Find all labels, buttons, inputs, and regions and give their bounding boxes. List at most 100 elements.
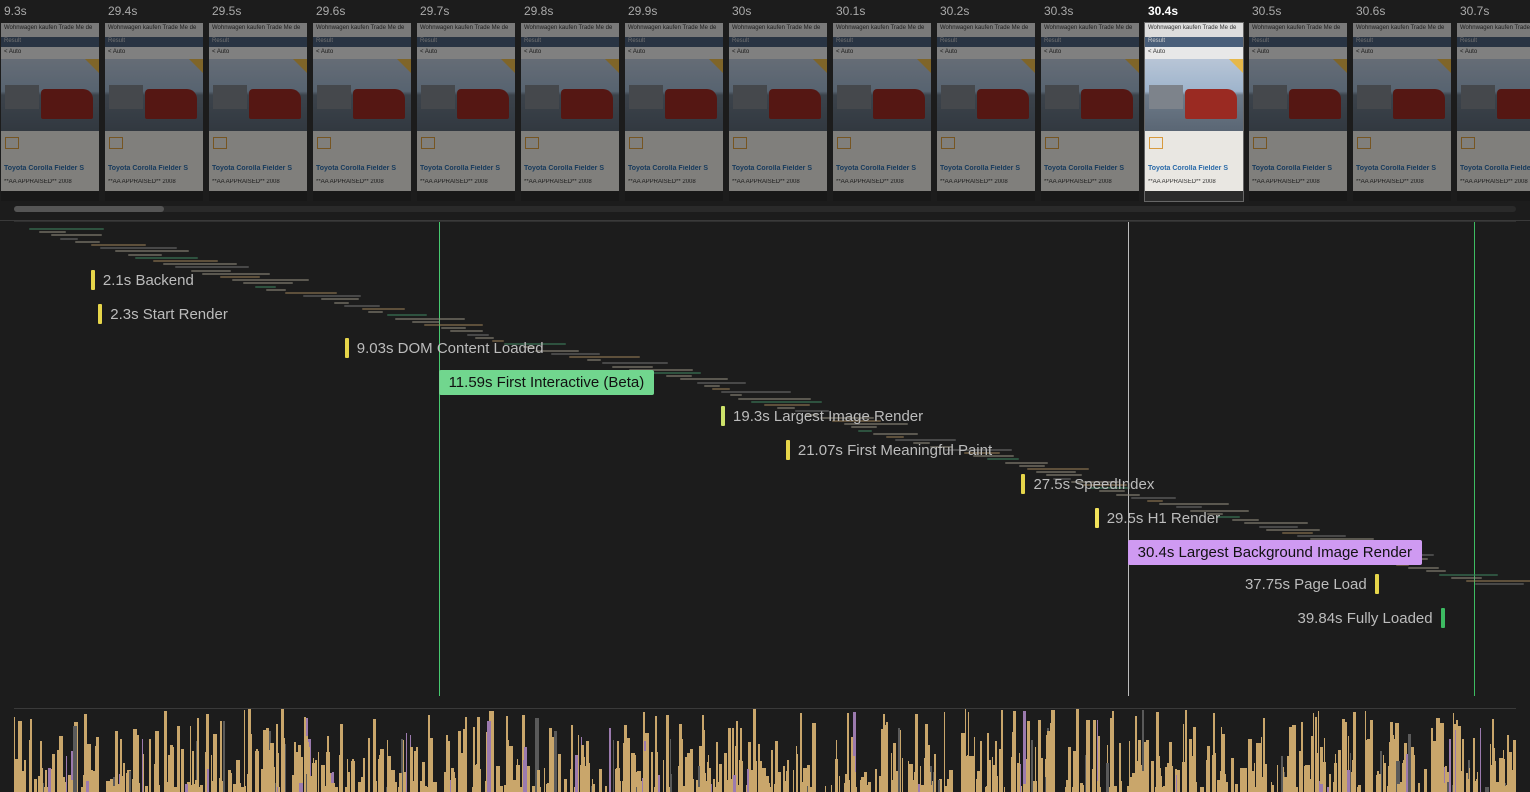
frame-hero-image — [1457, 59, 1530, 131]
timeline-canvas[interactable]: 2.1s Backend2.3s Start Render9.03s DOM C… — [14, 221, 1516, 696]
filmstrip-frame[interactable]: Wohnwagen kaufen Trade Me deResult< Auto… — [520, 22, 620, 202]
waterfall-request-bar[interactable] — [1266, 529, 1320, 531]
waterfall-request-bar[interactable] — [1259, 526, 1298, 528]
filmstrip-frame[interactable]: Wohnwagen kaufen Trade Me deResult< Auto… — [1456, 22, 1530, 202]
waterfall-request-bar[interactable] — [266, 289, 286, 291]
filmstrip-frame[interactable]: Wohnwagen kaufen Trade Me deResult< Auto… — [728, 22, 828, 202]
flame-bar — [345, 787, 348, 792]
flame-bar — [920, 766, 921, 792]
waterfall-request-bar[interactable] — [602, 362, 668, 364]
flame-bar — [515, 780, 516, 792]
waterfall-request-bar[interactable] — [647, 372, 702, 374]
waterfall-request-bar[interactable] — [1475, 583, 1524, 585]
waterfall-panel[interactable]: 2.1s Backend2.3s Start Render9.03s DOM C… — [0, 220, 1530, 696]
waterfall-request-bar[interactable] — [412, 321, 440, 323]
waterfall-request-bar[interactable] — [450, 330, 483, 332]
filmstrip-frame[interactable]: Wohnwagen kaufen Trade Me deResult< Auto… — [1040, 22, 1140, 202]
waterfall-request-bar[interactable] — [100, 247, 177, 249]
frame-browser-chrome: Wohnwagen kaufen Trade Me de — [625, 23, 723, 37]
waterfall-request-bar[interactable] — [1244, 522, 1308, 524]
filmstrip-frame[interactable]: Wohnwagen kaufen Trade Me deResult< Auto… — [104, 22, 204, 202]
waterfall-request-bar[interactable] — [321, 298, 359, 300]
waterfall-request-bar[interactable] — [29, 228, 105, 230]
waterfall-request-bar[interactable] — [1282, 532, 1312, 534]
waterfall-request-bar[interactable] — [395, 318, 465, 320]
flame-bar — [1418, 783, 1419, 792]
waterfall-request-bar[interactable] — [873, 433, 918, 435]
waterfall-request-bar[interactable] — [243, 282, 293, 284]
filmstrip-frame[interactable]: Wohnwagen kaufen Trade Me deResult< Auto… — [208, 22, 308, 202]
waterfall-request-bar[interactable] — [303, 295, 361, 297]
waterfall-request-bar[interactable] — [60, 238, 78, 240]
filmstrip-frame[interactable]: Wohnwagen kaufen Trade Me deResult< Auto… — [1144, 22, 1244, 202]
waterfall-request-bar[interactable] — [1297, 535, 1347, 537]
waterfall-request-bar[interactable] — [153, 260, 219, 262]
filmstrip-frame[interactable]: Wohnwagen kaufen Trade Me deResult< Auto… — [1352, 22, 1452, 202]
waterfall-request-bar[interactable] — [51, 234, 102, 236]
waterfall-request-bar[interactable] — [232, 279, 308, 281]
metric-h1-render: 29.5s H1 Render — [1095, 506, 1220, 530]
filmstrip-frame[interactable]: Wohnwagen kaufen Trade Me deResult< Auto… — [832, 22, 932, 202]
waterfall-request-bar[interactable] — [587, 359, 601, 361]
filmstrip[interactable]: Wohnwagen kaufen Trade Me deResult< Auto… — [0, 22, 1530, 202]
waterfall-request-bar[interactable] — [697, 382, 746, 384]
ruler-tick: 29.5s — [208, 0, 312, 22]
waterfall-request-bar[interactable] — [1131, 497, 1176, 499]
waterfall-request-bar[interactable] — [163, 263, 237, 265]
filmstrip-frame[interactable]: Wohnwagen kaufen Trade Me deResult< Auto… — [1248, 22, 1348, 202]
waterfall-request-bar[interactable] — [1005, 462, 1047, 464]
waterfall-request-bar[interactable] — [441, 327, 467, 329]
filmstrip-frame[interactable]: Wohnwagen kaufen Trade Me deResult< Auto… — [624, 22, 724, 202]
waterfall-request-bar[interactable] — [1408, 567, 1439, 569]
waterfall-request-bar[interactable] — [1027, 468, 1090, 470]
filmstrip-frame[interactable]: Wohnwagen kaufen Trade Me deResult< Auto… — [936, 22, 1036, 202]
waterfall-request-bar[interactable] — [704, 385, 719, 387]
waterfall-request-bar[interactable] — [285, 292, 337, 294]
waterfall-request-bar[interactable] — [1019, 465, 1046, 467]
flame-bar — [236, 760, 239, 792]
waterfall-request-bar[interactable] — [551, 353, 600, 355]
waterfall-request-bar[interactable] — [115, 250, 189, 252]
waterfall-request-bar[interactable] — [721, 391, 792, 393]
waterfall-request-bar[interactable] — [1451, 577, 1482, 579]
waterfall-request-bar[interactable] — [75, 241, 100, 243]
waterfall-request-bar[interactable] — [424, 324, 483, 326]
waterfall-request-bar[interactable] — [712, 388, 730, 390]
waterfall-request-bar[interactable] — [1147, 500, 1163, 502]
filmstrip-frame[interactable]: Wohnwagen kaufen Trade Me deResult< Auto… — [0, 22, 100, 202]
waterfall-request-bar[interactable] — [220, 276, 260, 278]
waterfall-request-bar[interactable] — [1439, 574, 1498, 576]
filmstrip-frame[interactable]: Wohnwagen kaufen Trade Me deResult< Auto… — [312, 22, 412, 202]
waterfall-request-bar[interactable] — [191, 270, 231, 272]
waterfall-request-bar[interactable] — [255, 286, 277, 288]
waterfall-request-bar[interactable] — [1426, 570, 1446, 572]
waterfall-request-bar[interactable] — [387, 314, 426, 316]
waterfall-request-bar[interactable] — [569, 356, 640, 358]
frame-site-header: Result — [209, 37, 307, 47]
waterfall-request-bar[interactable] — [368, 311, 382, 313]
waterfall-request-bar[interactable] — [344, 305, 380, 307]
waterfall-request-bar[interactable] — [612, 366, 653, 368]
waterfall-request-bar[interactable] — [751, 401, 822, 403]
waterfall-request-bar[interactable] — [680, 378, 728, 380]
filmstrip-frame[interactable]: Wohnwagen kaufen Trade Me deResult< Auto… — [416, 22, 516, 202]
waterfall-request-bar[interactable] — [730, 394, 743, 396]
waterfall-request-bar[interactable] — [1466, 580, 1530, 582]
activity-flame-chart[interactable] — [14, 708, 1516, 792]
filmstrip-scrollbar[interactable] — [14, 206, 1516, 212]
waterfall-request-bar[interactable] — [362, 308, 406, 310]
waterfall-request-bar[interactable] — [1232, 519, 1259, 521]
waterfall-request-bar[interactable] — [666, 375, 692, 377]
metric-tick-icon — [786, 440, 790, 460]
waterfall-request-bar[interactable] — [334, 302, 349, 304]
filmstrip-scrollbar-thumb[interactable] — [14, 206, 164, 212]
waterfall-request-bar[interactable] — [858, 430, 872, 432]
waterfall-request-bar[interactable] — [738, 398, 810, 400]
waterfall-request-bar[interactable] — [128, 254, 161, 256]
waterfall-request-bar[interactable] — [1159, 503, 1229, 505]
waterfall-request-bar[interactable] — [135, 257, 198, 259]
waterfall-request-bar[interactable] — [39, 231, 66, 233]
flame-bar — [1146, 740, 1149, 792]
waterfall-request-bar[interactable] — [91, 244, 146, 246]
waterfall-request-bar[interactable] — [202, 273, 270, 275]
